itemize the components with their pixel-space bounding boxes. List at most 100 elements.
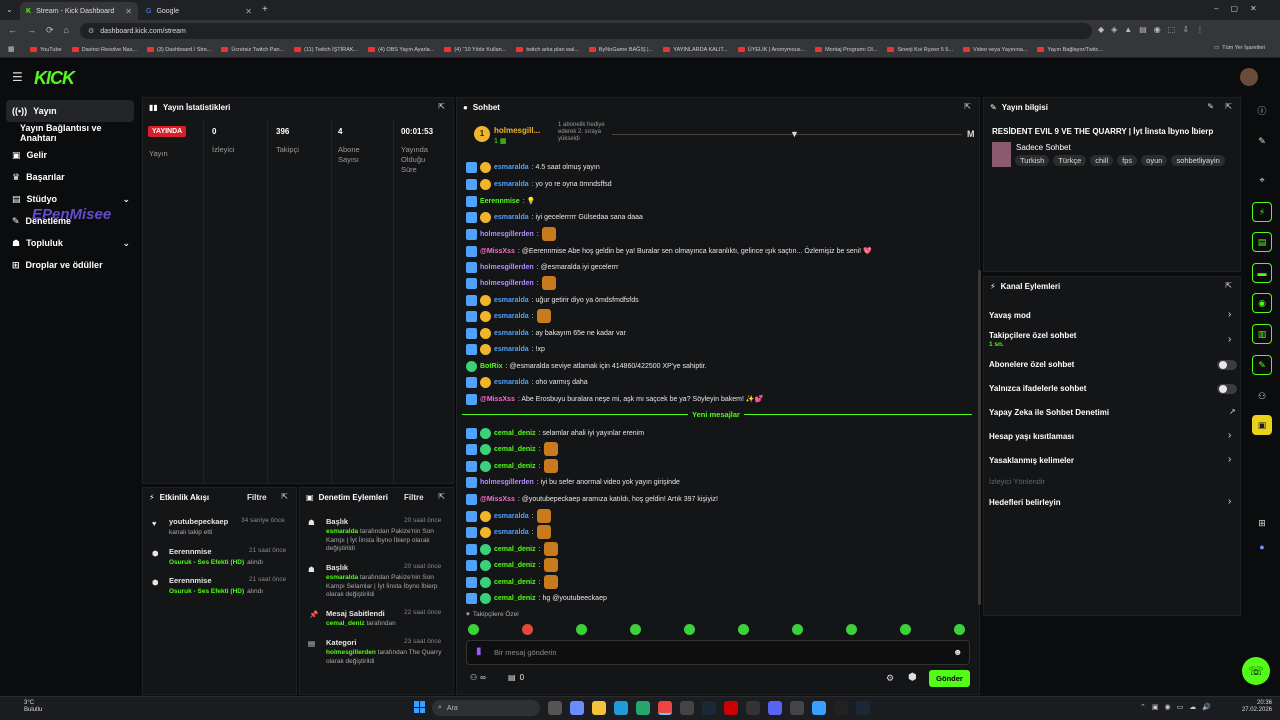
- chat-bubble-icon[interactable]: ▬: [1252, 263, 1272, 283]
- bookmark-item[interactable]: Video veya Yayınına...: [963, 47, 1027, 53]
- chevron-right-icon[interactable]: ›: [1228, 454, 1231, 465]
- activity-user[interactable]: youtubepeckaep: [169, 517, 228, 526]
- chat-username[interactable]: holmesgillerden: [480, 231, 534, 238]
- task-view-icon[interactable]: [548, 701, 562, 715]
- bookmark-item[interactable]: YAYINLARDA KALIT...: [663, 47, 728, 53]
- menu-icon[interactable]: ☰: [12, 70, 23, 84]
- window-controls[interactable]: –▢✕: [1214, 4, 1269, 13]
- activity-user[interactable]: Eerennmise: [169, 576, 212, 585]
- bookmark-item[interactable]: Yayın Bağlayor/Twitc...: [1037, 47, 1103, 53]
- emote-icon[interactable]: [738, 624, 749, 635]
- chat-username[interactable]: esmaralda: [494, 513, 529, 520]
- tray-icons[interactable]: ⌃▣◉▭☁🔊: [1140, 703, 1217, 711]
- popout-icon[interactable]: ⇱: [964, 102, 971, 111]
- tab-kick-dashboard[interactable]: K Stream - Kick Dashboard ✕: [20, 2, 138, 20]
- kick-bot-icon[interactable]: ⬢: [908, 672, 917, 683]
- chat-scrollbar[interactable]: [978, 270, 981, 605]
- subscribers-only-toggle[interactable]: [1217, 360, 1237, 370]
- pinned-user[interactable]: holmesgill...: [494, 126, 540, 135]
- bookmark-item[interactable]: Davinci Resolve Nas...: [71, 47, 137, 53]
- bookmark-item[interactable]: Sinerji Koi Ryzen 5 5...: [887, 47, 953, 53]
- store-icon[interactable]: [636, 701, 650, 715]
- category-name[interactable]: Sadece Sohbet: [1016, 143, 1071, 152]
- tab-list-icon[interactable]: ⌄: [6, 5, 13, 14]
- sidebar-item-basarilar[interactable]: ♛ Başarılar: [6, 166, 134, 188]
- chat-username[interactable]: @MissXss: [480, 248, 515, 255]
- steam-icon[interactable]: [702, 701, 716, 715]
- external-link-icon[interactable]: ↗: [1229, 407, 1236, 416]
- chat-username[interactable]: cemal_deniz: [494, 579, 536, 586]
- apps-icon[interactable]: ▦: [8, 45, 15, 53]
- site-info-icon[interactable]: ⚙: [88, 27, 94, 35]
- action-banned-words[interactable]: Yasaklanmış kelimeler: [989, 456, 1074, 465]
- bookmark-item[interactable]: Ücretsiz Twitch Pan...: [221, 47, 284, 53]
- wrench-icon[interactable]: ✎: [1252, 355, 1272, 375]
- mod-user[interactable]: holmesgillerden: [326, 649, 376, 656]
- bookmark-item[interactable]: ByNoGame BAĞIŞ |...: [588, 47, 653, 53]
- chat-username[interactable]: cemal_deniz: [494, 562, 536, 569]
- activity-user[interactable]: Eerennmise: [169, 547, 212, 556]
- all-bookmarks[interactable]: ▭ Tüm Yer İşaretleri: [1214, 45, 1265, 51]
- chat-username[interactable]: esmaralda: [494, 379, 529, 386]
- widgets-icon[interactable]: [570, 701, 584, 715]
- chevron-right-icon[interactable]: ›: [1228, 334, 1231, 345]
- chat-username[interactable]: esmaralda: [494, 330, 529, 337]
- popout-icon[interactable]: ⇱: [1225, 281, 1232, 290]
- kick-logo[interactable]: KICK: [34, 68, 75, 89]
- chat-count[interactable]: ▤ 0: [508, 673, 524, 682]
- chat-username[interactable]: @MissXss: [480, 496, 515, 503]
- support-chat-button[interactable]: ☏: [1242, 657, 1270, 685]
- bookmark-item[interactable]: (4) OBS Yayın Ayarla...: [368, 47, 434, 53]
- filter-button[interactable]: Filtre: [404, 493, 424, 502]
- chat-username[interactable]: @MissXss: [480, 396, 515, 403]
- chat-viewers[interactable]: ⚇ ∞: [470, 673, 486, 682]
- bookmark-item[interactable]: Montaj Programı Ol...: [815, 47, 877, 53]
- sidebar-item-gelir[interactable]: ▣ Gelir: [6, 144, 134, 166]
- emotes-only-toggle[interactable]: [1217, 384, 1237, 394]
- new-tab-button[interactable]: +: [262, 4, 268, 15]
- tag-chip[interactable]: sohbetliyayin: [1171, 155, 1225, 166]
- chat-username[interactable]: esmaralda: [494, 346, 529, 353]
- chat-username[interactable]: esmaralda: [494, 529, 529, 536]
- sidebar-item-droplar[interactable]: ⊞ Droplar ve ödüller: [6, 254, 134, 276]
- nav-buttons[interactable]: ←→⟳⌂: [8, 25, 79, 36]
- emoji-icon[interactable]: ☻: [953, 647, 962, 657]
- chat-username[interactable]: cemal_deniz: [494, 463, 536, 470]
- bookmark-item[interactable]: (11) Twitch İŞTİRAK...: [294, 47, 358, 53]
- chat-username[interactable]: esmaralda: [494, 181, 529, 188]
- action-account-age[interactable]: Hesap yaşı kısıtlaması: [989, 432, 1074, 441]
- mod-user[interactable]: esmaralda: [326, 528, 358, 535]
- pen-icon[interactable]: ✎: [1252, 131, 1272, 151]
- emote-icon[interactable]: [468, 624, 479, 635]
- chat-username[interactable]: cemal_deniz: [494, 446, 536, 453]
- chat-username[interactable]: Eerennmise: [480, 198, 520, 205]
- mic-icon[interactable]: ▮: [476, 646, 482, 657]
- popout-icon[interactable]: ⇱: [438, 102, 445, 111]
- chat-username[interactable]: cemal_deniz: [494, 430, 536, 437]
- bolt-icon[interactable]: ⚡: [1252, 202, 1272, 222]
- app-icon[interactable]: [680, 701, 694, 715]
- weather-widget[interactable]: 3°C Bulutlu: [24, 700, 42, 714]
- grid-icon[interactable]: ⊞: [1252, 513, 1272, 533]
- emote-icon[interactable]: [792, 624, 803, 635]
- layout-icon[interactable]: ▥: [1252, 324, 1272, 344]
- bookmark-item[interactable]: ÜYELİK | Anonymous...: [737, 47, 805, 53]
- app-icon[interactable]: [812, 701, 826, 715]
- target-icon[interactable]: ⌖: [1252, 170, 1272, 190]
- popout-icon[interactable]: ⇱: [281, 492, 288, 501]
- avatar[interactable]: [1240, 68, 1258, 86]
- sidebar-item-stream-key[interactable]: Yayın Bağlantısı ve Anahtarı: [6, 122, 134, 144]
- discord-icon[interactable]: [768, 701, 782, 715]
- chat-username[interactable]: holmesgillerden: [480, 264, 534, 271]
- filter-button[interactable]: Filtre: [247, 493, 267, 502]
- bookmark-item[interactable]: (4) "10 Yıldır Kullan...: [444, 47, 506, 53]
- chat-username[interactable]: holmesgillerden: [480, 280, 534, 287]
- edge-icon[interactable]: [614, 701, 628, 715]
- chevron-right-icon[interactable]: ›: [1228, 309, 1231, 320]
- pinned-collapse-icon[interactable]: ▼: [790, 129, 799, 139]
- action-emotes-only[interactable]: Yalnızca ifadelerle sohbet: [989, 384, 1086, 393]
- edit-icon[interactable]: ✎: [1207, 102, 1214, 111]
- bookmark-item[interactable]: (3) Dashboard / Stre...: [146, 47, 211, 53]
- emote-icon[interactable]: [954, 624, 965, 635]
- mod-user[interactable]: esmaralda: [326, 574, 358, 581]
